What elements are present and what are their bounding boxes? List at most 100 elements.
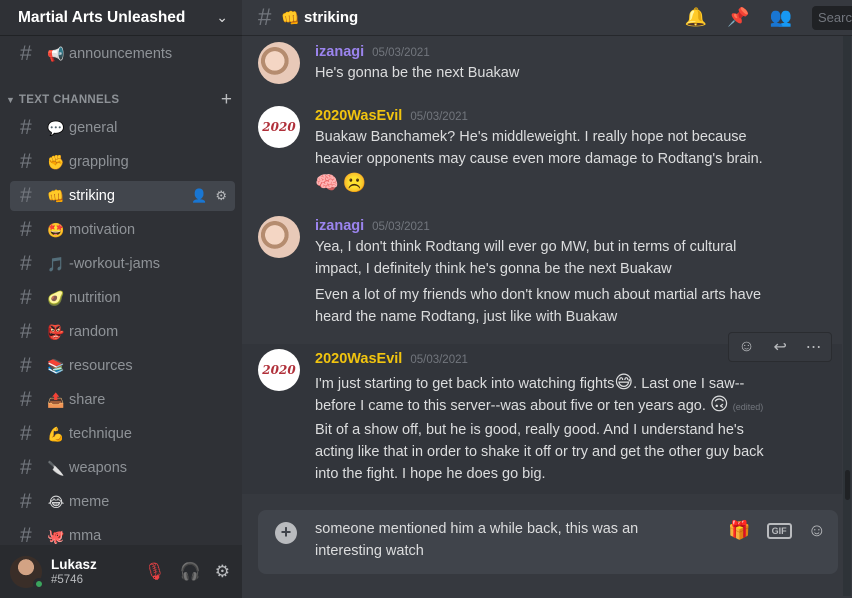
bell-icon[interactable]: 🔔 bbox=[685, 7, 707, 28]
message-timestamp: 05/03/2021 bbox=[410, 354, 468, 366]
user-avatar[interactable] bbox=[10, 555, 45, 590]
chevron-down-icon[interactable]: ⌄ bbox=[216, 9, 228, 26]
message-text-part: I'm just starting to get back into watch… bbox=[315, 376, 615, 392]
channel-nutrition[interactable]: # 🥑 nutrition bbox=[10, 283, 235, 313]
gift-icon[interactable]: 🎁 bbox=[728, 520, 750, 541]
user-panel: Lukasz #5746 🎙 🎧 ⚙ bbox=[0, 545, 242, 598]
channel-meme[interactable]: # 😂 meme bbox=[10, 487, 235, 517]
search-input[interactable]: Search bbox=[812, 5, 852, 30]
avatar[interactable] bbox=[258, 216, 300, 258]
edited-label: (edited) bbox=[732, 402, 764, 412]
category-text-channels[interactable]: ▼ TEXT CHANNELS + bbox=[6, 89, 232, 111]
channel-emoji: 👺 bbox=[47, 323, 65, 340]
message-text: heavier opponents may cause even more da… bbox=[315, 151, 763, 167]
channel-striking[interactable]: # 👊 striking 👤 ⚙ bbox=[10, 181, 235, 211]
hash-icon: # bbox=[20, 150, 32, 173]
hash-icon: # bbox=[20, 388, 32, 411]
invite-member-icon[interactable]: 👤 bbox=[191, 188, 207, 204]
channel-emoji: 😂 bbox=[47, 493, 65, 510]
message-actions-toolbar: ☺ ↩ ⋯ bbox=[728, 332, 832, 362]
username: Lukasz bbox=[51, 557, 97, 572]
message-text: He's gonna be the next Buakaw bbox=[315, 65, 520, 81]
message-author[interactable]: izanagi bbox=[315, 218, 364, 234]
message-author[interactable]: izanagi bbox=[315, 44, 364, 60]
avatar[interactable]: 2020 bbox=[258, 106, 300, 148]
channel-resources[interactable]: # 📚 resources bbox=[10, 351, 235, 381]
message-author[interactable]: 2020WasEvil bbox=[315, 351, 402, 367]
message-text: Buakaw Banchamek? He's middleweight. I r… bbox=[315, 129, 747, 145]
message: izanagi 05/03/2021 Yea, I don't think Ro… bbox=[242, 214, 842, 334]
channel-motivation[interactable]: # 🤩 motivation bbox=[10, 215, 235, 245]
channel-grappling[interactable]: # ✊ grappling bbox=[10, 147, 235, 177]
server-name: Martial Arts Unleashed bbox=[18, 8, 186, 26]
message-timestamp: 05/03/2021 bbox=[410, 111, 468, 123]
channel-emoji: 💪 bbox=[47, 425, 65, 442]
hash-icon: # bbox=[20, 286, 32, 309]
add-reaction-icon[interactable]: ☺ bbox=[738, 338, 754, 356]
channel-label: -workout-jams bbox=[69, 256, 161, 272]
scrollbar-track[interactable] bbox=[843, 36, 851, 596]
message-text: acting like that in order to shake it of… bbox=[315, 444, 764, 460]
upside-down-emoji: 🙃 bbox=[709, 394, 729, 414]
channel-label: weapons bbox=[69, 460, 128, 476]
hash-icon: # bbox=[20, 490, 32, 513]
channel-share[interactable]: # 📤 share bbox=[10, 385, 235, 415]
online-status-icon bbox=[33, 577, 45, 590]
message-author[interactable]: 2020WasEvil bbox=[315, 108, 402, 124]
avatar-logo: 2020 bbox=[262, 120, 296, 134]
channel-label: technique bbox=[69, 426, 132, 442]
channel-general[interactable]: # 💬 general bbox=[10, 113, 235, 143]
pin-icon[interactable]: 📌 bbox=[727, 7, 749, 28]
gif-button[interactable]: GIF bbox=[766, 522, 792, 539]
message-timestamp: 05/03/2021 bbox=[372, 47, 430, 59]
hash-icon: # bbox=[20, 422, 32, 445]
channel-technique[interactable]: # 💪 technique bbox=[10, 419, 235, 449]
message-text: impact, I definitely think he's gonna be… bbox=[315, 261, 672, 277]
more-options-icon[interactable]: ⋯ bbox=[806, 337, 822, 357]
message: 2020 2020WasEvil 05/03/2021 I'm just sta… bbox=[242, 344, 842, 494]
gear-icon[interactable]: ⚙ bbox=[215, 188, 227, 204]
message-text-part: before I came to this server--was about … bbox=[315, 398, 710, 414]
members-icon[interactable]: 👥 bbox=[770, 7, 792, 28]
headphones-icon[interactable]: 🎧 bbox=[180, 562, 201, 582]
channel-sidebar: Martial Arts Unleashed ⌄ # 📢 announcemen… bbox=[0, 0, 242, 598]
reaction-brain[interactable]: 🧠 bbox=[315, 171, 339, 195]
category-label: TEXT CHANNELS bbox=[18, 94, 120, 106]
channel-emoji: 📢 bbox=[47, 45, 65, 62]
message-text: Yea, I don't think Rodtang will ever go … bbox=[315, 239, 737, 255]
server-header[interactable]: Martial Arts Unleashed ⌄ bbox=[0, 0, 242, 36]
mic-muted-icon[interactable]: 🎙 bbox=[144, 562, 166, 582]
avatar[interactable] bbox=[258, 42, 300, 84]
channel-label: share bbox=[69, 392, 106, 408]
reaction-frown[interactable]: ☹️ bbox=[343, 171, 367, 195]
channel-label: nutrition bbox=[69, 290, 121, 306]
channel-random[interactable]: # 👺 random bbox=[10, 317, 235, 347]
user-tag: #5746 bbox=[51, 574, 83, 586]
channel-weapons[interactable]: # 🔪 weapons bbox=[10, 453, 235, 483]
avatar-logo: 2020 bbox=[262, 363, 296, 377]
channel-label: announcements bbox=[69, 46, 173, 62]
upload-plus-icon[interactable]: + bbox=[275, 522, 297, 544]
add-channel-icon[interactable]: + bbox=[221, 89, 232, 111]
emoji-picker-icon[interactable]: ☺ bbox=[808, 520, 826, 541]
channel-emoji: 🤩 bbox=[47, 221, 65, 238]
message-text: Bit of a show off, but he is good, reall… bbox=[315, 422, 744, 438]
avatar[interactable]: 2020 bbox=[258, 349, 300, 391]
hash-icon: # bbox=[20, 42, 32, 65]
message-text-part: . Last one I saw-- bbox=[633, 376, 745, 392]
channel-label: motivation bbox=[69, 222, 136, 238]
reply-icon[interactable]: ↩ bbox=[773, 337, 786, 357]
message: 2020 2020WasEvil 05/03/2021 Buakaw Banch… bbox=[242, 100, 842, 200]
channel-workout-jams[interactable]: # 🎵 -workout-jams bbox=[10, 249, 235, 279]
hash-icon: # bbox=[20, 184, 32, 207]
scrollbar-thumb[interactable] bbox=[845, 470, 850, 500]
message-composer[interactable]: + someone mentioned him a while back, th… bbox=[258, 510, 838, 574]
message-input[interactable]: someone mentioned him a while back, this… bbox=[315, 518, 695, 562]
channel-label: random bbox=[69, 324, 119, 340]
message-list: izanagi 05/03/2021 He's gonna be the nex… bbox=[242, 36, 842, 506]
message-text: into the fight. I hope he does go big. bbox=[315, 466, 546, 482]
gear-icon[interactable]: ⚙ bbox=[215, 562, 230, 582]
hash-icon: # bbox=[20, 218, 32, 241]
channel-announcements[interactable]: # 📢 announcements bbox=[10, 39, 235, 69]
hash-icon: # bbox=[20, 252, 32, 275]
